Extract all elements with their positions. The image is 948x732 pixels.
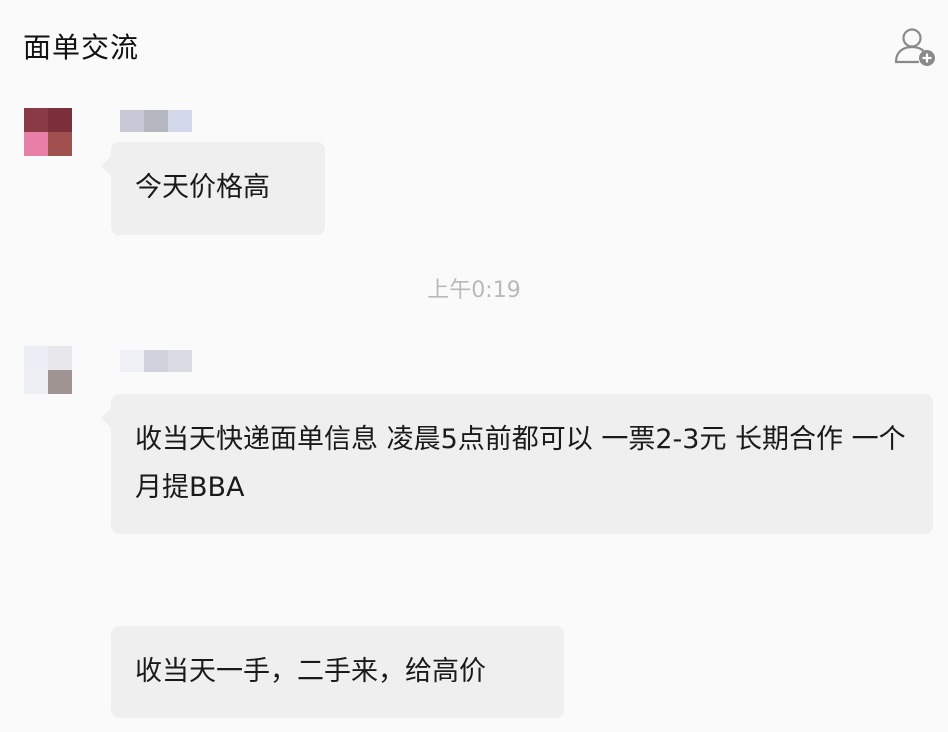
chat-title: 面单交流 (23, 31, 140, 64)
avatar[interactable] (24, 108, 72, 156)
chat-header: 面单交流 (0, 0, 948, 84)
sender-name (120, 110, 192, 132)
message-bubble: 收当天一手，二手来，给高价 (111, 626, 564, 718)
timestamp: 上午0:19 (427, 278, 521, 303)
message-text: 今天价格高 (135, 172, 270, 203)
message-bubble: 收当天快递面单信息 凌晨5点前都可以 一票2-3元 长期合作 一个月提BBA (101, 394, 933, 534)
avatar[interactable] (24, 346, 72, 394)
message-text: 收当天快递面单信息 凌晨5点前都可以 一票2-3元 长期合作 一个月提BBA (135, 424, 906, 503)
message-text: 收当天一手，二手来，给高价 (135, 656, 486, 687)
message-bubble: 今天价格高 (101, 142, 325, 235)
sender-name (120, 350, 192, 372)
add-member-icon[interactable] (892, 24, 938, 68)
